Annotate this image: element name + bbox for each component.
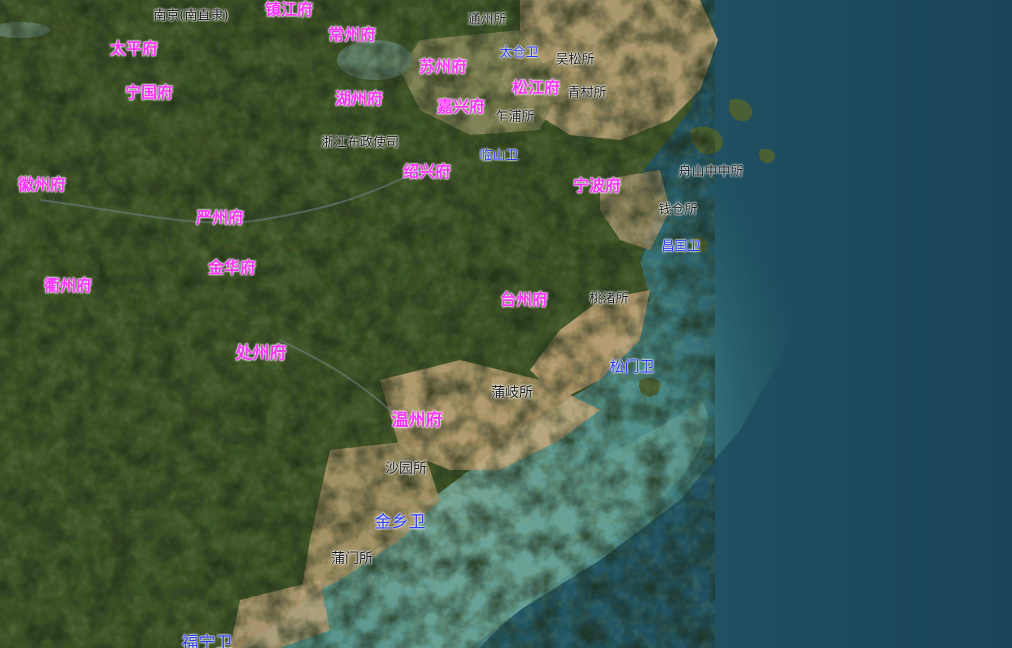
label-qiancang[interactable]: 钱仓所 xyxy=(658,204,697,217)
label-huzhou[interactable]: 湖州府 xyxy=(335,91,383,107)
label-chuzhou[interactable]: 处州府 xyxy=(236,345,287,363)
label-taiping[interactable]: 太平府 xyxy=(110,41,158,57)
label-linshan[interactable]: 临山卫 xyxy=(479,150,518,163)
label-changzhou[interactable]: 常州府 xyxy=(328,27,376,43)
label-funing[interactable]: 福宁卫 xyxy=(182,635,233,648)
map-view[interactable]: 南京(南直隶) 镇江府 通州所 太平府 常州府 太仓卫 吴松所 苏州府 宁国府 … xyxy=(0,0,1012,648)
label-changguo[interactable]: 昌国卫 xyxy=(661,241,700,254)
label-nanjing[interactable]: 南京(南直隶) xyxy=(153,10,228,23)
label-zhenjiang[interactable]: 镇江府 xyxy=(265,2,313,18)
label-ningbo[interactable]: 宁波府 xyxy=(573,178,621,194)
label-ningguo[interactable]: 宁国府 xyxy=(125,85,173,101)
label-wenzhou[interactable]: 温州府 xyxy=(392,412,443,430)
label-jinhua[interactable]: 金华府 xyxy=(208,260,256,276)
label-yanzhou[interactable]: 严州府 xyxy=(196,210,244,226)
label-zhoushan[interactable]: 舟山中中所 xyxy=(678,166,743,179)
label-puqi[interactable]: 蒲岐所 xyxy=(491,386,533,400)
label-qingcun[interactable]: 青村所 xyxy=(567,87,606,100)
label-taizhou[interactable]: 台州府 xyxy=(500,292,548,308)
label-songmen[interactable]: 松门卫 xyxy=(609,359,654,375)
label-taozhu[interactable]: 桃渚所 xyxy=(589,293,628,306)
label-wusong[interactable]: 吴松所 xyxy=(555,54,594,67)
label-zhapu[interactable]: 乍浦所 xyxy=(495,111,534,124)
label-songjiang[interactable]: 松江府 xyxy=(512,80,560,96)
label-tongzhou[interactable]: 通州所 xyxy=(467,14,506,27)
label-zhejiang[interactable]: 浙江布政使司 xyxy=(321,137,399,150)
label-shaoxing[interactable]: 绍兴府 xyxy=(403,164,451,180)
label-jiaxing[interactable]: 嘉兴府 xyxy=(437,99,485,115)
label-huizhou[interactable]: 徽州府 xyxy=(18,177,66,193)
label-taicang[interactable]: 太仓卫 xyxy=(499,47,538,60)
label-jinxiang[interactable]: 金乡卫 xyxy=(375,514,426,532)
label-suzhou[interactable]: 苏州府 xyxy=(419,59,467,75)
label-quzhou[interactable]: 衢州府 xyxy=(44,278,92,294)
label-pumen[interactable]: 蒲门所 xyxy=(331,552,373,566)
label-shayuan[interactable]: 沙园所 xyxy=(385,462,427,476)
